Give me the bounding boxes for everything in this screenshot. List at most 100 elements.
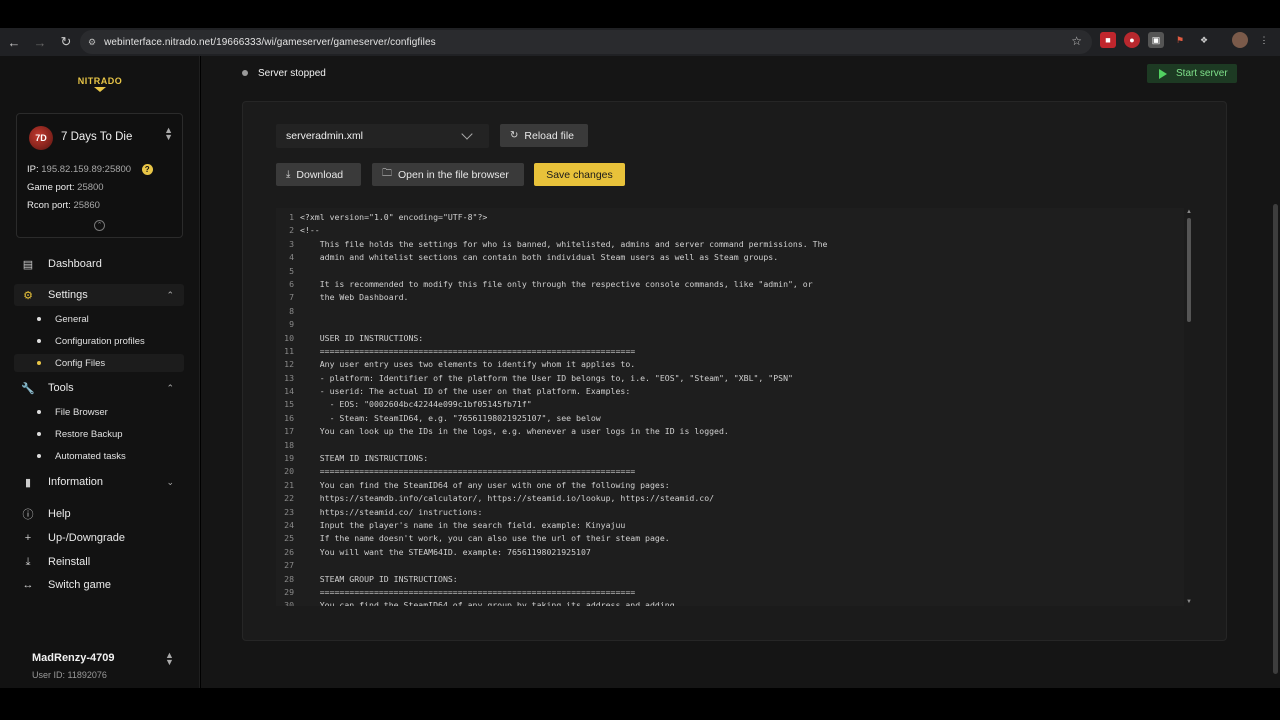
code-line[interactable]: 5 — [276, 266, 1176, 279]
extension-red-icon[interactable]: ■ — [1100, 32, 1116, 48]
code-line[interactable]: 17 You can look up the IDs in the logs, … — [276, 426, 1176, 439]
download-icon: ⤓ — [286, 169, 291, 180]
download-label: Download — [296, 168, 344, 181]
page-scroll-thumb[interactable] — [1273, 204, 1278, 674]
sidebar-item-general[interactable]: General — [14, 310, 184, 328]
code-line[interactable]: 16 - Steam: SteamID64, e.g. "76561198021… — [276, 413, 1176, 426]
extensions-puzzle-icon[interactable]: ❖ — [1196, 32, 1212, 48]
code-line[interactable]: 1 <?xml version="1.0" encoding="UTF-8"?> — [276, 212, 1176, 225]
rcon-port-label: Rcon port: — [27, 200, 71, 211]
code-line[interactable]: 11 =====================================… — [276, 346, 1176, 359]
line-number: 10 — [284, 332, 294, 343]
save-changes-button[interactable]: Save changes — [534, 163, 625, 186]
code-line[interactable]: 3 This file holds the settings for who i… — [276, 239, 1176, 252]
game-switch-chevron-icon[interactable]: ▲ ▼ — [164, 126, 173, 142]
nav-help-label: Help — [48, 508, 71, 520]
line-number: 6 — [289, 278, 294, 289]
save-changes-label: Save changes — [546, 168, 613, 181]
nav-up-downgrade[interactable]: + Up-/Downgrade — [14, 527, 184, 549]
start-server-button[interactable]: Start server — [1147, 64, 1237, 83]
line-number: 28 — [284, 573, 294, 584]
logo-triangle-icon — [94, 87, 106, 92]
download-button[interactable]: ⤓ Download — [276, 163, 361, 186]
forward-icon[interactable]: → — [28, 30, 52, 54]
nav-dashboard[interactable]: ▤ Dashboard — [14, 253, 184, 275]
open-file-browser-button[interactable]: 🗀 Open in the file browser — [372, 163, 524, 186]
code-line[interactable]: 13 - platform: Identifier of the platfor… — [276, 373, 1176, 386]
code-editor[interactable]: 1 <?xml version="1.0" encoding="UTF-8"?> 2… — [276, 208, 1194, 606]
line-number: 15 — [284, 399, 294, 410]
address-bar[interactable]: ⚙ webinterface.nitrado.net/19666333/wi/g… — [80, 30, 1092, 54]
sidebar-item-label: Restore Backup — [55, 428, 123, 440]
code-line[interactable]: 21 You can find the SteamID64 of any use… — [276, 480, 1176, 493]
profile-avatar[interactable] — [1232, 32, 1248, 48]
url-text: webinterface.nitrado.net/19666333/wi/gam… — [104, 36, 436, 48]
sidebar-item-automated-tasks[interactable]: Automated tasks — [14, 447, 184, 465]
help-question-icon[interactable]: ? — [141, 164, 153, 175]
code-line[interactable]: 24 Input the player's name in the search… — [276, 520, 1176, 533]
extension-record-icon[interactable]: ● — [1124, 32, 1140, 48]
code-line[interactable]: 30 You can find the SteamID64 of any gro… — [276, 600, 1176, 606]
code-line[interactable]: 29 =====================================… — [276, 587, 1176, 600]
code-line[interactable]: 23 https://steamid.co/ instructions: — [276, 507, 1176, 520]
editor-scroll-thumb[interactable] — [1187, 218, 1191, 322]
site-info-icon[interactable]: ⚙ — [88, 37, 96, 48]
code-line[interactable]: 25 If the name doesn't work, you can als… — [276, 533, 1176, 546]
scroll-down-icon[interactable]: ▼ — [1186, 599, 1192, 605]
line-number: 8 — [289, 305, 294, 316]
line-number: 16 — [284, 412, 294, 423]
game-port-row: Game port: 25800 — [27, 182, 104, 193]
code-line[interactable]: 22 https://steamdb.info/calculator/, htt… — [276, 493, 1176, 506]
sidebar-item-config-files[interactable]: Config Files — [14, 354, 184, 372]
game-server-card: 7D 7 Days To Die ▲ ▼ IP: 195.82.159.89:25… — [16, 113, 183, 238]
nav-reinstall[interactable]: ⤓ Reinstall — [14, 551, 184, 573]
code-line[interactable]: 26 You will want the STEAM64ID. example:… — [276, 547, 1176, 560]
user-menu-chevron-icon[interactable]: ▲ ▼ — [165, 651, 174, 667]
line-number: 18 — [284, 439, 294, 450]
chevron-up-icon: ⌃ — [166, 382, 174, 393]
code-line[interactable]: 15 - EOS: "0002604bc42244e099c1bf05145fb… — [276, 399, 1176, 412]
nav-settings[interactable]: ⚙ Settings ⌃ — [14, 284, 184, 306]
browser-menu-icon[interactable]: ⋮ — [1256, 32, 1272, 48]
file-select[interactable]: serveradmin.xml — [276, 124, 489, 148]
nav-information[interactable]: ▮ Information ⌄ — [14, 471, 184, 493]
code-line[interactable]: 2 <!-- — [276, 225, 1176, 238]
code-line[interactable]: 12 Any user entry uses two elements to i… — [276, 359, 1176, 372]
code-text: https://steamdb.info/calculator/, https:… — [300, 493, 715, 504]
sidebar-item-config-profiles[interactable]: Configuration profiles — [14, 332, 184, 350]
code-line[interactable]: 6 It is recommended to modify this file … — [276, 279, 1176, 292]
back-icon[interactable]: ← — [2, 30, 26, 54]
collapse-card-icon[interactable]: ⌃ — [94, 220, 105, 231]
code-text: - EOS: "0002604bc42244e099c1bf05145fb71f… — [300, 399, 532, 410]
line-number: 29 — [284, 586, 294, 597]
code-line[interactable]: 10 USER ID INSTRUCTIONS: — [276, 333, 1176, 346]
bar-chart-icon: ▮ — [24, 476, 32, 489]
extension-screenshot-icon[interactable]: ▣ — [1148, 32, 1164, 48]
code-line[interactable]: 8 — [276, 306, 1176, 319]
code-line[interactable]: 27 — [276, 560, 1176, 573]
code-line[interactable]: 7 the Web Dashboard. — [276, 292, 1176, 305]
editor-scrollbar[interactable]: ▲ ▼ — [1184, 208, 1194, 606]
bookmark-star-icon[interactable]: ☆ — [1071, 34, 1082, 48]
code-line[interactable]: 19 STEAM ID INSTRUCTIONS: — [276, 453, 1176, 466]
scroll-up-icon[interactable]: ▲ — [1186, 209, 1192, 215]
nav-tools[interactable]: 🔧 Tools ⌃ — [14, 377, 184, 399]
code-line[interactable]: 28 STEAM GROUP ID INSTRUCTIONS: — [276, 574, 1176, 587]
code-line[interactable]: 9 — [276, 319, 1176, 332]
line-number: 23 — [284, 506, 294, 517]
nav-help[interactable]: ⓘ Help — [14, 503, 184, 525]
code-line[interactable]: 4 admin and whitelist sections can conta… — [276, 252, 1176, 265]
reload-file-button[interactable]: ↻ Reload file — [500, 124, 588, 147]
page-scrollbar[interactable] — [1270, 56, 1280, 688]
code-line[interactable]: 20 =====================================… — [276, 466, 1176, 479]
nitrado-logo[interactable]: NITRADO — [0, 76, 200, 92]
sidebar-item-label: Config Files — [55, 357, 106, 369]
code-line[interactable]: 14 - userid: The actual ID of the user o… — [276, 386, 1176, 399]
code-line[interactable]: 18 — [276, 440, 1176, 453]
sidebar-item-restore-backup[interactable]: Restore Backup — [14, 425, 184, 443]
ip-label: IP: — [27, 164, 39, 176]
reload-icon[interactable]: ↻ — [54, 30, 78, 54]
sidebar-item-file-browser[interactable]: File Browser — [14, 403, 184, 421]
extension-flag-icon[interactable]: ⚑ — [1172, 32, 1188, 48]
nav-switch-game[interactable]: ↔ Switch game — [14, 574, 184, 596]
